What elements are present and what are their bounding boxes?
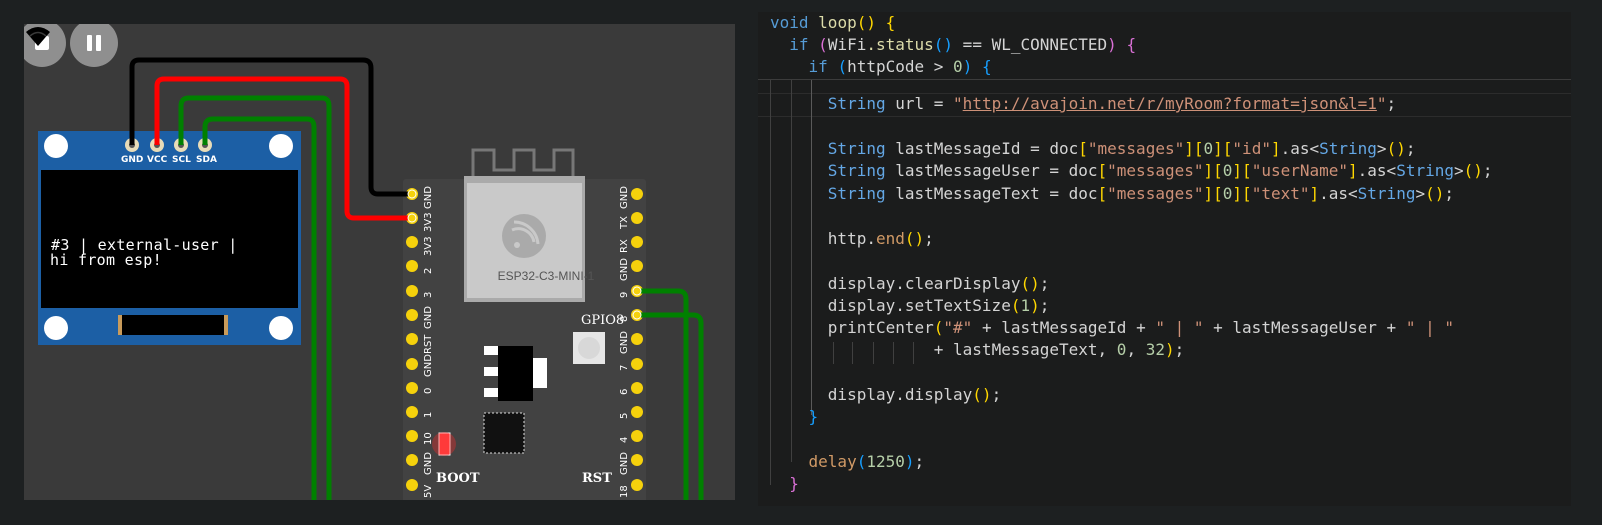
oled-text-line-2: hi from esp! xyxy=(50,251,162,269)
pin-label: 0 xyxy=(423,387,434,394)
code-line: http.end(); xyxy=(827,229,934,248)
code-line: printCenter("#" + lastMessageId + " | " … xyxy=(827,318,1454,337)
pin-label: GND xyxy=(423,186,434,209)
oled-pin-vcc: VCC xyxy=(147,155,168,165)
voltage-regulator xyxy=(498,346,533,401)
pin-label: GND xyxy=(619,186,630,209)
code-line: } xyxy=(789,474,799,493)
code-line: String lastMessageId = doc["messages"][0… xyxy=(827,139,1416,158)
pin-label: 2 xyxy=(423,267,434,274)
boot-button-label[interactable]: BOOT xyxy=(436,471,480,486)
rst-button-label[interactable]: RST xyxy=(582,471,612,486)
usb-chip xyxy=(483,412,525,454)
pin-label: 3V3 xyxy=(423,212,434,232)
pin-label: GND xyxy=(619,258,630,281)
pin-label: 7 xyxy=(619,364,630,371)
code-line: if (WiFi.status() == WL_CONNECTED) { xyxy=(789,35,1137,54)
sticky-scroll-divider xyxy=(758,79,1571,80)
pin-label: GND xyxy=(423,354,434,377)
code-line: display.display(); xyxy=(827,385,1002,404)
code-line: String url = "http://avajoin.net/r/myRoo… xyxy=(827,94,1397,113)
pin-label: 10 xyxy=(423,432,434,445)
pcb-antenna xyxy=(471,148,575,179)
code-line: } xyxy=(808,407,819,426)
espressif-logo-icon xyxy=(502,214,546,258)
pin-label: GND xyxy=(619,331,630,354)
code-line: String lastMessageText = doc["messages"]… xyxy=(827,184,1454,203)
pin-label: GND xyxy=(423,452,434,475)
oled-mount-hole xyxy=(44,316,68,340)
code-line: delay(1250); xyxy=(808,452,925,471)
pin-label: GND xyxy=(423,306,434,329)
wire-gpio8 xyxy=(637,312,704,500)
oled-pin-sda: SDA xyxy=(196,155,217,165)
oled-pin-gnd: GND xyxy=(121,155,144,165)
wifi-icon xyxy=(26,27,50,46)
pin-label: RX xyxy=(619,239,630,253)
pin-label: 18 xyxy=(619,485,630,498)
code-line: + lastMessageText, 0, 32); xyxy=(933,340,1185,359)
code-editor[interactable]: void loop() { if (WiFi.status() == WL_CO… xyxy=(758,12,1571,506)
pin-label: 3 xyxy=(423,291,434,298)
code-line: String lastMessageUser = doc["messages"]… xyxy=(827,161,1493,180)
url-link[interactable]: http://avajoin.net/r/myRoom?format=json&… xyxy=(963,94,1377,113)
module-name: ESP32-C3-MINI-1 xyxy=(497,269,595,283)
code-line: display.clearDisplay(); xyxy=(827,274,1050,293)
code-line: void loop() { xyxy=(770,13,896,32)
oled-pin-scl: SCL xyxy=(172,155,191,165)
gpio8-label: GPIO8 xyxy=(581,313,625,328)
oled-flex-cable xyxy=(118,315,228,335)
pin-label: 3V3 xyxy=(423,236,434,256)
pin-label: 5V xyxy=(423,484,434,498)
pin-label: 1 xyxy=(423,411,434,418)
code-line: if (httpCode > 0) { xyxy=(808,57,992,76)
simulator-canvas[interactable]: GND VCC SCL SDA #3 | external-user | hi … xyxy=(24,24,735,500)
pin-label: 8 xyxy=(619,315,630,322)
pin-label: TX xyxy=(619,216,630,229)
pin-label: 4 xyxy=(619,436,630,443)
pin-label: 6 xyxy=(619,388,630,395)
pin-label: 5 xyxy=(619,412,630,419)
pin-label: GND xyxy=(619,452,630,475)
pin-label: 9 xyxy=(619,291,630,298)
pin-label: RST xyxy=(423,334,434,354)
oled-mount-hole xyxy=(269,316,293,340)
oled-mount-hole xyxy=(269,134,293,158)
oled-mount-hole xyxy=(44,134,68,158)
code-line: display.setTextSize(1); xyxy=(827,296,1050,315)
pause-icon xyxy=(87,35,101,51)
